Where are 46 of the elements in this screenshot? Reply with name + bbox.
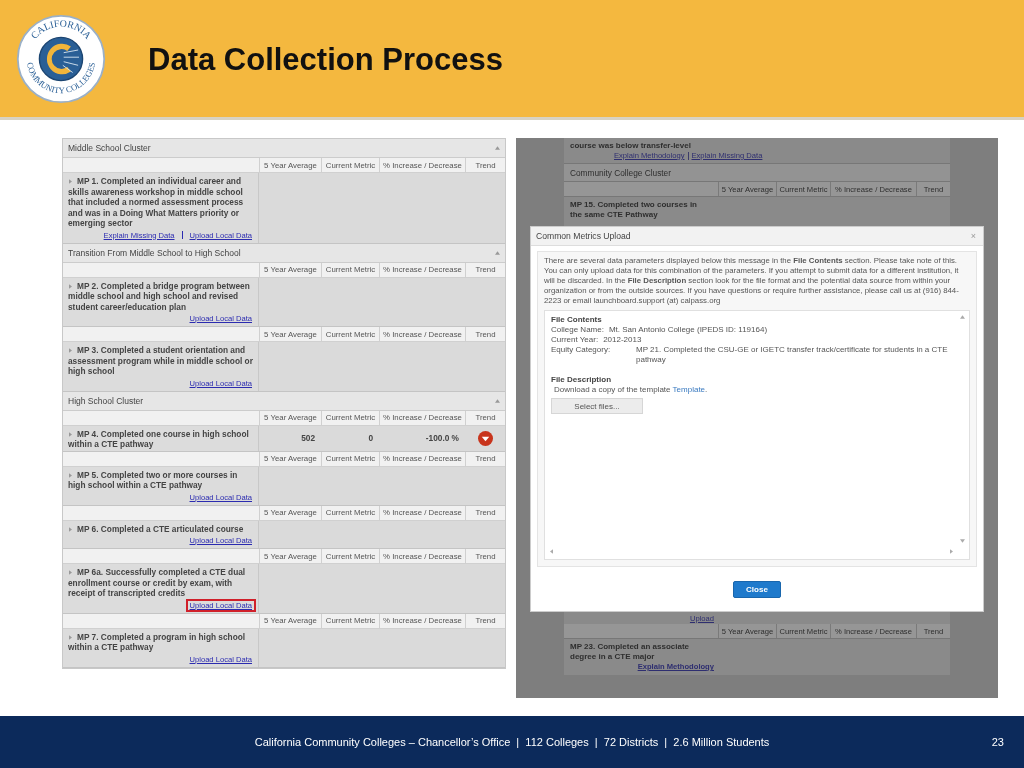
scroll-left-icon[interactable]	[550, 549, 553, 554]
field-value: Mt. San Antonio College (IPEDS ID: 119164)	[608, 325, 769, 335]
collapse-icon[interactable]	[495, 398, 500, 403]
field-label: Current Year:	[551, 335, 599, 345]
scroll-up-icon[interactable]	[960, 315, 965, 319]
period-text: .	[705, 385, 708, 394]
metric-label: MP 15. Completed two courses in the same CTE Pathway	[570, 200, 698, 220]
metric-label[interactable]: MP 1. Completed an individual career and skills awareness workshop in middle school that included a normed assessment process and was in a Doing What Matters priority or emerging sector	[68, 176, 256, 229]
collapse-icon[interactable]	[495, 146, 500, 150]
metric-label[interactable]: MP 5. Completed two or more courses in high school within a CTE pathway	[68, 469, 256, 491]
metric-label[interactable]: MP 6a. Successfully completed a CTE dual enrollment course or credit by exam, with receipt of transcripted credits	[68, 567, 256, 599]
page-number: 23	[991, 736, 1004, 748]
expand-icon[interactable]	[69, 283, 72, 289]
metric-label: MP 23. Completed an associate degree in a CTE major	[570, 642, 690, 662]
table-cell-text: 0	[367, 432, 374, 445]
metric-label[interactable]: MP 2. Completed a bridge program between middle school and high school and revised student career/education plan	[68, 280, 256, 312]
table-cell-text: 502	[300, 432, 316, 445]
select-files-button[interactable]: Select files...	[551, 398, 643, 414]
close-button[interactable]: Close	[733, 580, 781, 598]
metric-label: course was below transfer-level	[569, 140, 692, 150]
field-label: Equity Category:	[551, 345, 612, 356]
expand-icon[interactable]	[69, 179, 72, 184]
scroll-down-icon[interactable]	[960, 539, 965, 543]
section-heading: File Description	[551, 375, 612, 385]
metric-label[interactable]: MP 4. Completed one course in high school within a CTE pathway	[68, 428, 256, 450]
field-label: College Name:	[551, 325, 604, 335]
metric-label[interactable]: MP 7. Completed a program in high school within a CTE pathway	[68, 631, 256, 653]
expand-icon[interactable]	[69, 570, 72, 575]
section-header[interactable]: Middle School Cluster	[63, 139, 505, 158]
field-value: MP 21. Completed the CSU-GE or IGETC transfer track/certificate for students in a CTE pathway	[636, 345, 949, 365]
collapse-icon[interactable]	[495, 250, 500, 255]
table-cell-text: -100.0 %	[424, 432, 460, 445]
metric-label[interactable]: MP 3. Completed a student orientation and assessment program while in middle school or high school	[68, 345, 256, 377]
dialog-title: Common Metrics Upload	[536, 231, 631, 241]
slide-title: Data Collection Process	[148, 40, 503, 78]
expand-icon[interactable]	[69, 431, 72, 437]
section-heading: File Contents	[551, 315, 603, 325]
expand-icon[interactable]	[69, 348, 72, 353]
footer-text: California Community Colleges – Chancellor’s Office | 112 Colleges | 72 Districts | 2.6 Million Students	[254, 736, 770, 748]
download-text: Download a copy of the template	[554, 385, 671, 394]
expand-icon[interactable]	[69, 472, 72, 478]
expand-icon[interactable]	[69, 634, 72, 640]
metric-label[interactable]: MP 6. Completed a CTE articulated course	[68, 523, 256, 534]
section-header: Community College Cluster	[564, 163, 950, 182]
field-value: 2012-2013	[603, 335, 643, 345]
expand-icon[interactable]	[69, 526, 72, 532]
